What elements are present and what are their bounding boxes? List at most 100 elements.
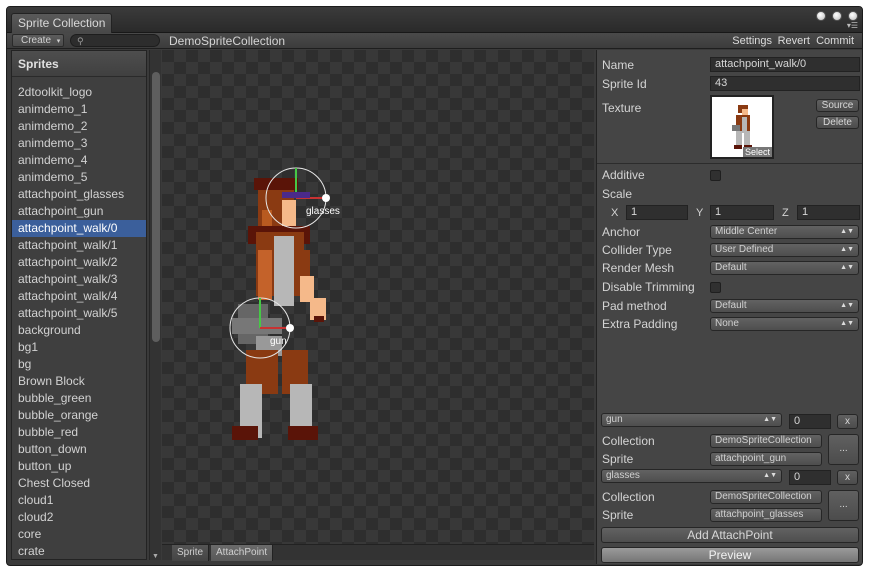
- scale-y-field[interactable]: 1: [710, 205, 774, 220]
- disable-trimming-label: Disable Trimming: [602, 280, 695, 294]
- sprite-list-item[interactable]: 2dtoolkit_logo: [12, 84, 146, 101]
- sprite-preview[interactable]: glasses gun: [162, 50, 594, 544]
- tab-sprite[interactable]: Sprite: [172, 545, 210, 561]
- remove-attachpoint-button[interactable]: x: [837, 414, 858, 429]
- attachpoint-name-dropdown[interactable]: gun ▲▼: [601, 413, 782, 427]
- attachpoint-sprite-value: attachpoint_gun: [715, 453, 787, 464]
- sprite-list-item[interactable]: Brown Block: [12, 373, 146, 390]
- sidebar-header: Sprites: [12, 51, 146, 77]
- sprite-list-item[interactable]: core: [12, 526, 146, 543]
- sprite-list-item[interactable]: animdemo_5: [12, 169, 146, 186]
- attachpoint-sprite-dropdown[interactable]: attachpoint_glasses: [710, 508, 822, 522]
- attachpoint-name: glasses: [606, 470, 640, 481]
- sprite-list-item[interactable]: attachpoint_walk/5: [12, 305, 146, 322]
- sprite-list-item[interactable]: attachpoint_gun: [12, 203, 146, 220]
- sprite-list-item[interactable]: animdemo_3: [12, 135, 146, 152]
- sprite-list-item[interactable]: bubble_orange: [12, 407, 146, 424]
- sprite-list-item[interactable]: attachpoint_walk/4: [12, 288, 146, 305]
- dropdown-arrow-icon: ▲▼: [840, 228, 854, 235]
- window-control-icon[interactable]: [816, 11, 826, 21]
- character-sprite: [229, 167, 330, 440]
- create-label: Create: [21, 35, 52, 46]
- tab-attachpoint[interactable]: AttachPoint: [211, 545, 274, 561]
- sprite-list-item[interactable]: animdemo_1: [12, 101, 146, 118]
- scroll-thumb[interactable]: [152, 72, 160, 342]
- attachpoint-browse-button[interactable]: ...: [828, 434, 859, 465]
- sprite-label: Sprite: [602, 452, 634, 466]
- sprite-list-item[interactable]: bg: [12, 356, 146, 373]
- window-control-icon[interactable]: [848, 11, 858, 21]
- delete-button[interactable]: Delete: [816, 116, 859, 129]
- extra-padding-dropdown[interactable]: None ▲▼: [710, 317, 859, 331]
- additive-label: Additive: [602, 168, 645, 182]
- attachpoint-angle-field[interactable]: 0: [789, 414, 831, 429]
- name-field[interactable]: attachpoint_walk/0: [710, 57, 860, 72]
- sprite-list-item[interactable]: button_down: [12, 441, 146, 458]
- attachpoint-name-dropdown[interactable]: glasses ▲▼: [601, 469, 782, 483]
- scale-y-label: Y: [696, 207, 704, 219]
- attachpoint-sprite-dropdown[interactable]: attachpoint_gun: [710, 452, 822, 466]
- attachpoint-name: gun: [606, 414, 623, 425]
- sprite-list-item[interactable]: crate: [12, 543, 146, 560]
- preview-button[interactable]: Preview: [601, 547, 859, 563]
- scale-x-field[interactable]: 1: [626, 205, 688, 220]
- render-mesh-label: Render Mesh: [602, 261, 675, 275]
- collider-type-value: User Defined: [715, 244, 774, 255]
- search-input[interactable]: ⚲: [70, 34, 160, 47]
- attachpoint-collection-dropdown[interactable]: DemoSpriteCollection: [710, 434, 822, 448]
- sprite-list-item[interactable]: Chest Closed: [12, 475, 146, 492]
- scale-x-label: X: [611, 207, 619, 219]
- chevron-down-icon[interactable]: ▼: [152, 553, 159, 560]
- sprite-list-item[interactable]: animdemo_2: [12, 118, 146, 135]
- preview-tabs: Sprite AttachPoint: [162, 544, 594, 561]
- sprite-list-item[interactable]: background: [12, 322, 146, 339]
- sprite-collection-window: Sprite Collection ▾☰ Create ▾ ⚲ DemoSpri…: [6, 6, 863, 566]
- sprite-list-item[interactable]: attachpoint_walk/3: [12, 271, 146, 288]
- disable-trimming-checkbox[interactable]: [710, 282, 721, 293]
- sprite-list-item[interactable]: attachpoint_glasses: [12, 186, 146, 203]
- window-tab[interactable]: Sprite Collection: [11, 13, 113, 33]
- title-bar: Sprite Collection ▾☰: [7, 7, 862, 33]
- sprite-list-item[interactable]: cloud1: [12, 492, 146, 509]
- sprite-list-item[interactable]: attachpoint_walk/1: [12, 237, 146, 254]
- collider-type-dropdown[interactable]: User Defined ▲▼: [710, 243, 859, 257]
- texture-select-button[interactable]: Select: [742, 147, 772, 157]
- divider: [597, 163, 862, 164]
- attachpoint-angle-field[interactable]: 0: [789, 470, 831, 485]
- source-button[interactable]: Source: [816, 99, 859, 112]
- add-attachpoint-button[interactable]: Add AttachPoint: [601, 527, 859, 543]
- sprite-list-item[interactable]: animdemo_4: [12, 152, 146, 169]
- sprite-list-item[interactable]: attachpoint_walk/2: [12, 254, 146, 271]
- settings-button[interactable]: Settings: [728, 33, 776, 49]
- pad-method-dropdown[interactable]: Default ▲▼: [710, 299, 859, 313]
- render-mesh-dropdown[interactable]: Default ▲▼: [710, 261, 859, 275]
- sprite-id-label: Sprite Id: [602, 77, 647, 91]
- revert-button[interactable]: Revert: [774, 33, 814, 49]
- sprite-list-item[interactable]: cloud2: [12, 509, 146, 526]
- extra-padding-value: None: [715, 318, 739, 329]
- commit-button[interactable]: Commit: [812, 33, 858, 49]
- sprite-list-item[interactable]: button_up: [12, 458, 146, 475]
- attachpoint-collection-value: DemoSpriteCollection: [715, 491, 812, 502]
- collection-label: Collection: [602, 434, 655, 448]
- texture-thumbnail[interactable]: Select: [710, 95, 774, 159]
- menu-icon[interactable]: ▾☰: [847, 22, 858, 30]
- sprite-list-item[interactable]: bubble_green: [12, 390, 146, 407]
- additive-checkbox[interactable]: [710, 170, 721, 181]
- window-control-icon[interactable]: [832, 11, 842, 21]
- attachpoint-collection-dropdown[interactable]: DemoSpriteCollection: [710, 490, 822, 504]
- collider-type-label: Collider Type: [602, 243, 672, 257]
- sprite-list-item[interactable]: bubble_red: [12, 424, 146, 441]
- attachpoint-browse-button[interactable]: ...: [828, 490, 859, 521]
- create-dropdown[interactable]: Create ▾: [12, 34, 64, 47]
- sprite-list-item[interactable]: attachpoint_walk/0: [12, 220, 146, 237]
- anchor-dropdown[interactable]: Middle Center ▲▼: [710, 225, 859, 239]
- remove-attachpoint-button[interactable]: x: [837, 470, 858, 485]
- sprite-list-item[interactable]: bg1: [12, 339, 146, 356]
- sidebar-scrollbar[interactable]: ▼: [149, 50, 161, 560]
- search-icon: ⚲: [77, 36, 84, 46]
- sprite-label: Sprite: [602, 508, 634, 522]
- scale-z-field[interactable]: 1: [797, 205, 860, 220]
- pad-method-value: Default: [715, 300, 747, 311]
- anchor-label: Anchor: [602, 225, 641, 239]
